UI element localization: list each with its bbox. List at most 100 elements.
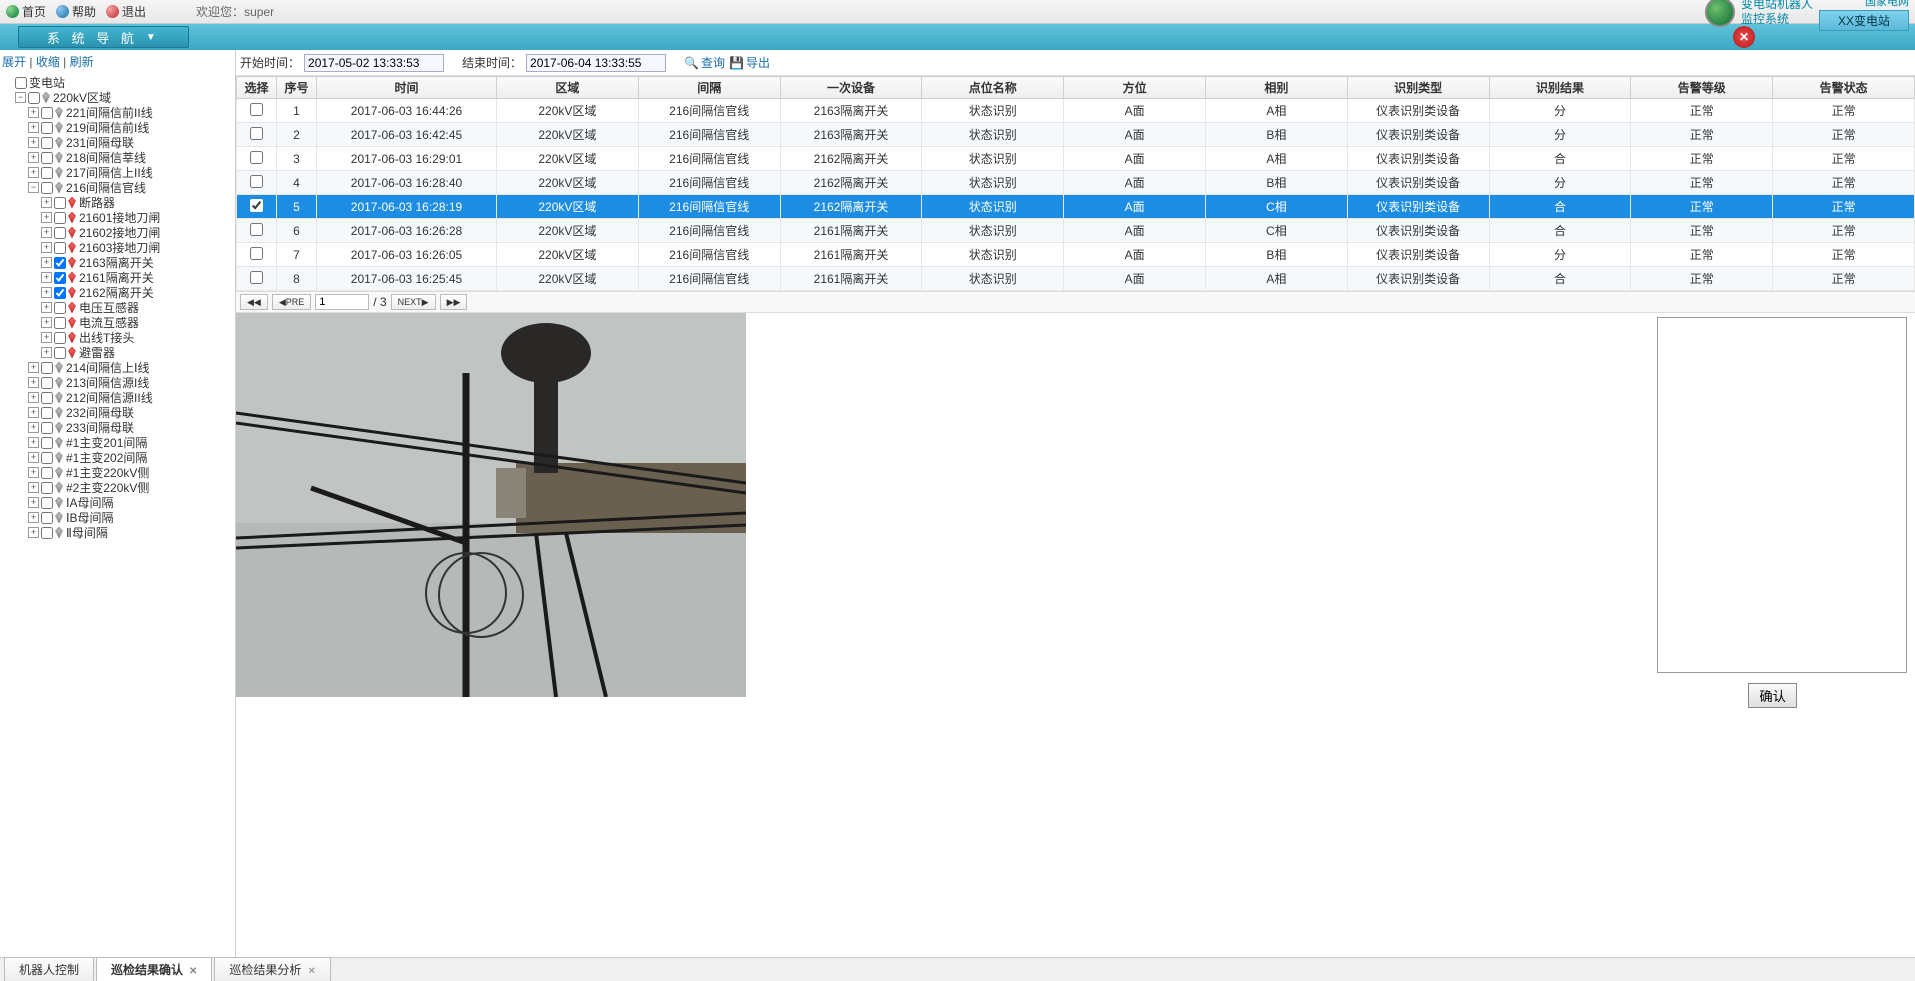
expand-icon[interactable]: − [28, 182, 39, 193]
tree-node[interactable]: 变电站 [0, 75, 235, 90]
tree-node[interactable]: +Ⅱ母间隔 [0, 525, 235, 540]
tree-checkbox[interactable] [41, 512, 53, 524]
home-link[interactable]: 首页 [6, 3, 46, 20]
expand-icon[interactable]: + [28, 527, 39, 538]
column-header[interactable]: 识别结果 [1489, 77, 1631, 99]
expand-icon[interactable]: + [28, 167, 39, 178]
expand-icon[interactable]: + [41, 272, 52, 283]
tree-node[interactable]: +#1主变201间隔 [0, 435, 235, 450]
tree-checkbox[interactable] [41, 377, 53, 389]
tree-node[interactable]: +#1主变220kV侧 [0, 465, 235, 480]
tree-node[interactable]: +电压互感器 [0, 300, 235, 315]
tree-checkbox[interactable] [41, 407, 53, 419]
close-icon[interactable]: ✕ [189, 966, 197, 977]
tree-node[interactable]: +212间隔信源II线 [0, 390, 235, 405]
row-checkbox[interactable] [250, 127, 263, 140]
station-button[interactable]: XX变电站 [1819, 10, 1909, 31]
table-row[interactable]: 72017-06-03 16:26:05220kV区域216间隔信官线2161隔… [237, 243, 1915, 267]
tree-node[interactable]: +2163隔离开关 [0, 255, 235, 270]
tree-checkbox[interactable] [54, 242, 66, 254]
tree-checkbox[interactable] [15, 77, 27, 89]
expand-icon[interactable]: + [28, 407, 39, 418]
expand-icon[interactable]: + [41, 302, 52, 313]
tree-node[interactable]: +电流互感器 [0, 315, 235, 330]
column-header[interactable]: 选择 [237, 77, 277, 99]
tree-node[interactable]: +213间隔信源I线 [0, 375, 235, 390]
tree-node[interactable]: +21601接地刀闸 [0, 210, 235, 225]
expand-icon[interactable]: + [41, 287, 52, 298]
tree-node[interactable]: +出线T接头 [0, 330, 235, 345]
row-checkbox[interactable] [250, 223, 263, 236]
table-row[interactable]: 82017-06-03 16:25:45220kV区域216间隔信官线2161隔… [237, 267, 1915, 291]
tree-checkbox[interactable] [54, 227, 66, 239]
expand-icon[interactable]: + [28, 422, 39, 433]
expand-icon[interactable]: + [41, 332, 52, 343]
expand-icon[interactable]: + [28, 497, 39, 508]
column-header[interactable]: 间隔 [638, 77, 780, 99]
row-checkbox[interactable] [250, 103, 263, 116]
column-header[interactable]: 时间 [317, 77, 497, 99]
search-button[interactable]: 🔍查询 [684, 54, 725, 71]
tab-robot-control[interactable]: 机器人控制 [4, 957, 94, 981]
row-checkbox[interactable] [250, 151, 263, 164]
expand-icon[interactable]: + [28, 482, 39, 493]
tree-checkbox[interactable] [41, 497, 53, 509]
tree-node[interactable]: +233间隔母联 [0, 420, 235, 435]
expand-icon[interactable]: + [41, 227, 52, 238]
end-time-input[interactable] [526, 54, 666, 72]
tree-node[interactable]: +2162隔离开关 [0, 285, 235, 300]
column-header[interactable]: 识别类型 [1347, 77, 1489, 99]
tree-node[interactable]: +221间隔信前II线 [0, 105, 235, 120]
notes-textarea[interactable] [1657, 317, 1907, 673]
help-link[interactable]: 帮助 [56, 3, 96, 20]
expand-icon[interactable]: + [28, 122, 39, 133]
table-row[interactable]: 32017-06-03 16:29:01220kV区域216间隔信官线2162隔… [237, 147, 1915, 171]
tree-node[interactable]: +232间隔母联 [0, 405, 235, 420]
column-header[interactable]: 告警等级 [1631, 77, 1773, 99]
tree-checkbox[interactable] [41, 182, 53, 194]
tree-node[interactable]: +219间隔信前I线 [0, 120, 235, 135]
column-header[interactable]: 告警状态 [1773, 77, 1915, 99]
table-row[interactable]: 22017-06-03 16:42:45220kV区域216间隔信官线2163隔… [237, 123, 1915, 147]
tree-node[interactable]: +2161隔离开关 [0, 270, 235, 285]
expand-icon[interactable]: + [28, 512, 39, 523]
tab-result-analysis[interactable]: 巡检结果分析✕ [214, 957, 330, 981]
tree-checkbox[interactable] [54, 272, 66, 284]
confirm-button[interactable]: 确认 [1748, 683, 1797, 708]
tree-node[interactable]: +断路器 [0, 195, 235, 210]
tree-checkbox[interactable] [41, 467, 53, 479]
tree-checkbox[interactable] [41, 452, 53, 464]
tree-checkbox[interactable] [54, 302, 66, 314]
column-header[interactable]: 序号 [277, 77, 317, 99]
collapse-all[interactable]: 收缩 [36, 55, 60, 69]
page-input[interactable] [315, 294, 369, 310]
expand-icon[interactable]: + [28, 152, 39, 163]
tree-checkbox[interactable] [41, 122, 53, 134]
column-header[interactable]: 一次设备 [780, 77, 922, 99]
tree-checkbox[interactable] [41, 392, 53, 404]
first-page-button[interactable]: ◀◀ [240, 294, 268, 310]
export-button[interactable]: 💾导出 [729, 54, 770, 71]
tree-checkbox[interactable] [54, 347, 66, 359]
tree-checkbox[interactable] [54, 317, 66, 329]
nav-close-button[interactable]: ✕ [1733, 26, 1755, 48]
table-row[interactable]: 62017-06-03 16:26:28220kV区域216间隔信官线2161隔… [237, 219, 1915, 243]
tree-checkbox[interactable] [28, 92, 40, 104]
expand-icon[interactable]: + [28, 467, 39, 478]
last-page-button[interactable]: ▶▶ [440, 294, 468, 310]
tree-checkbox[interactable] [41, 482, 53, 494]
prev-page-button[interactable]: ◀ PRE [272, 294, 311, 310]
system-nav-button[interactable]: 系 统 导 航▼ [18, 26, 189, 48]
row-checkbox[interactable] [250, 199, 263, 212]
tree-checkbox[interactable] [54, 197, 66, 209]
refresh-tree[interactable]: 刷新 [70, 55, 94, 69]
tree-node[interactable]: +218间隔信莘线 [0, 150, 235, 165]
tree-checkbox[interactable] [54, 257, 66, 269]
close-icon[interactable]: ✕ [307, 966, 315, 977]
expand-icon[interactable]: + [28, 107, 39, 118]
column-header[interactable]: 区域 [497, 77, 639, 99]
row-checkbox[interactable] [250, 271, 263, 284]
tree-node[interactable]: +#2主变220kV侧 [0, 480, 235, 495]
row-checkbox[interactable] [250, 175, 263, 188]
column-header[interactable]: 相别 [1205, 77, 1347, 99]
